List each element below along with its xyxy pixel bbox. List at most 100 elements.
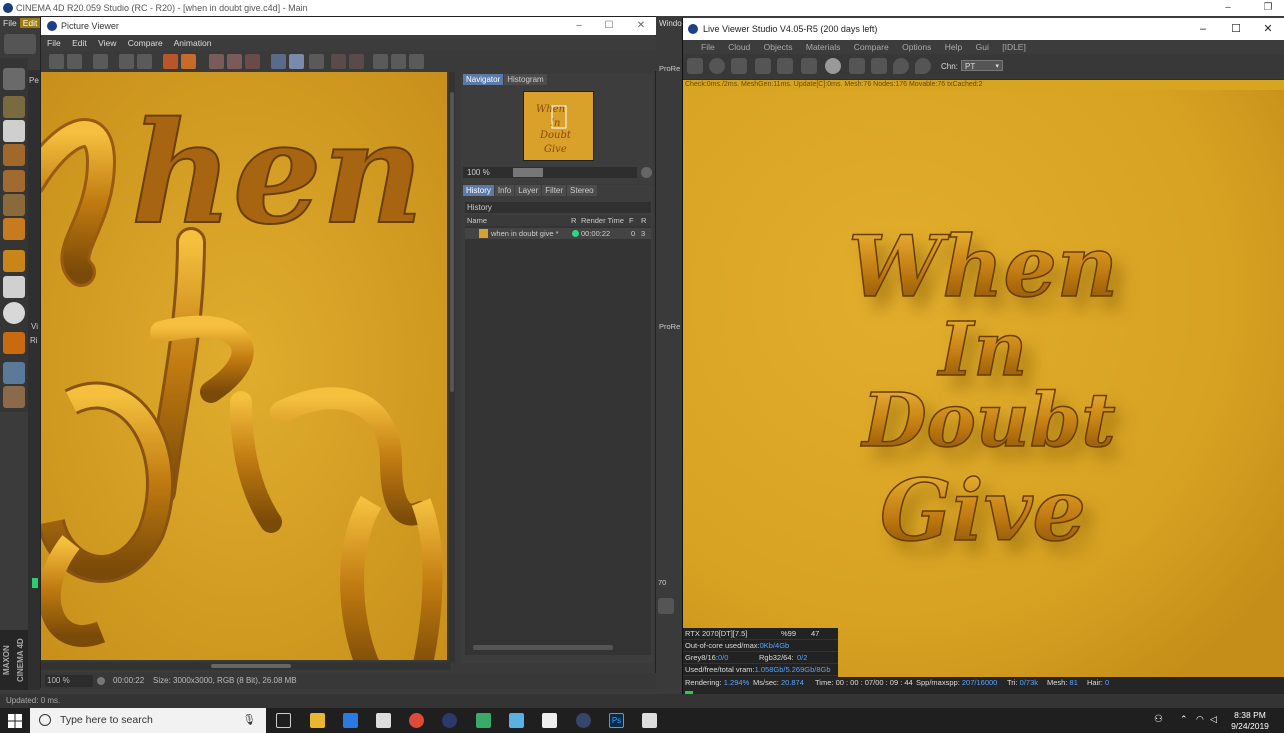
view-b-icon[interactable] — [289, 54, 304, 69]
swap-icon[interactable] — [373, 54, 388, 69]
pv-menu-file[interactable]: File — [47, 38, 61, 48]
channel-select[interactable]: PT ▾ — [961, 60, 1003, 71]
window-menu-label[interactable]: Windo — [659, 19, 682, 28]
model-mode-icon[interactable] — [3, 68, 25, 90]
tweak-icon[interactable] — [3, 276, 25, 298]
history-scrollbar[interactable] — [473, 645, 613, 650]
live-viewer-render[interactable]: When In Doubt Give — [683, 90, 1284, 680]
set-a-icon[interactable] — [331, 54, 346, 69]
table-row[interactable]: when in doubt give * 00:00:22 0 3 — [465, 228, 651, 239]
channels-icon[interactable] — [245, 54, 260, 69]
zoom-slider[interactable]: 100 % — [463, 167, 637, 178]
play-icon[interactable] — [97, 677, 105, 685]
lv-menu-file[interactable]: File — [701, 42, 715, 52]
taskbar-clock[interactable]: 8:38 PM 9/24/2019 — [1225, 710, 1275, 732]
mail-icon[interactable] — [376, 713, 391, 728]
zoom-slider-handle[interactable] — [513, 168, 543, 177]
gear-icon[interactable] — [777, 58, 793, 74]
file-explorer-icon[interactable] — [310, 713, 325, 728]
close-icon[interactable]: ✕ — [1253, 18, 1283, 40]
magnet-icon[interactable] — [3, 332, 25, 354]
render-horizontal-scrollbar[interactable] — [41, 662, 451, 670]
refresh-icon[interactable] — [658, 598, 674, 614]
volume-icon[interactable]: ◁ — [1210, 714, 1217, 725]
close-icon[interactable]: ✕ — [631, 17, 651, 35]
frame-b-icon[interactable] — [871, 58, 887, 74]
tab-stereo[interactable]: Stereo — [567, 185, 597, 196]
pick-focus-icon[interactable] — [893, 58, 909, 74]
cinema4d-taskbar-icon[interactable] — [442, 713, 457, 728]
chevron-up-icon[interactable]: ⌃ — [1180, 714, 1188, 725]
minimize-icon[interactable]: – — [1188, 18, 1218, 40]
lv-menu-cloud[interactable]: Cloud — [728, 42, 750, 52]
c4d-secondary-icon[interactable] — [576, 713, 591, 728]
tab-navigator[interactable]: Navigator — [463, 74, 504, 85]
navigator-thumbnail[interactable]: When In Doubt Give — [523, 91, 594, 161]
frame-a-icon[interactable] — [849, 58, 865, 74]
microphone-icon[interactable]: 🎙 — [243, 708, 256, 733]
render-vertical-scrollbar[interactable] — [449, 72, 455, 662]
minimize-icon[interactable]: – — [569, 17, 589, 35]
task-view-icon[interactable] — [276, 713, 291, 728]
ab-compare-icon[interactable] — [209, 54, 224, 69]
pause-icon[interactable] — [731, 58, 747, 74]
stop-icon[interactable] — [163, 54, 178, 69]
restart-icon[interactable] — [709, 58, 725, 74]
restore-icon[interactable]: ❐ — [1258, 0, 1278, 16]
pick-material-icon[interactable] — [915, 58, 931, 74]
col-f[interactable]: F — [629, 215, 634, 226]
tab-filter[interactable]: Filter — [542, 185, 567, 196]
pv-menu-compare[interactable]: Compare — [128, 38, 163, 48]
tab-history[interactable]: History — [463, 185, 494, 196]
view-a-icon[interactable] — [271, 54, 286, 69]
tab-info[interactable]: Info — [494, 185, 515, 196]
region-icon[interactable] — [119, 54, 134, 69]
save-icon[interactable] — [67, 54, 82, 69]
taskbar-search-box[interactable]: Type here to search 🎙 — [30, 708, 266, 733]
c4d-menu-edit[interactable]: Edit — [19, 18, 41, 28]
grid-icon[interactable] — [309, 54, 324, 69]
points-icon[interactable] — [3, 170, 25, 192]
maximize-icon[interactable]: ☐ — [1221, 18, 1251, 40]
app-icon[interactable] — [476, 713, 491, 728]
workplane-icon[interactable] — [3, 362, 25, 384]
undo-button[interactable] — [4, 34, 36, 54]
set-b-icon[interactable] — [349, 54, 364, 69]
folder-icon[interactable] — [509, 713, 524, 728]
open-icon[interactable] — [49, 54, 64, 69]
scroll-thumb[interactable] — [211, 664, 291, 668]
diff-icon[interactable] — [391, 54, 406, 69]
bottom-zoom[interactable]: 100 % — [45, 675, 93, 687]
zoom-play-icon[interactable] — [641, 167, 652, 178]
cube-icon[interactable] — [3, 96, 25, 118]
polygons-icon[interactable] — [3, 218, 25, 240]
lock-icon[interactable] — [801, 58, 817, 74]
wifi-icon[interactable]: ◠ — [1196, 714, 1204, 725]
col-r2[interactable]: R — [641, 215, 646, 226]
people-icon[interactable]: ⚇ — [1154, 714, 1163, 725]
windows-start-icon[interactable] — [8, 714, 22, 728]
scroll-thumb[interactable] — [450, 92, 454, 392]
lv-menu-objects[interactable]: Objects — [764, 42, 793, 52]
lock-icon[interactable] — [3, 386, 25, 408]
lv-menu-gui[interactable]: Gui — [976, 42, 989, 52]
region-r-icon[interactable] — [755, 58, 771, 74]
picture-viewer-render[interactable]: hen In — [41, 72, 447, 660]
material-sphere-icon[interactable] — [825, 58, 841, 74]
maximize-icon[interactable]: ☐ — [599, 17, 619, 35]
pv-menu-animation[interactable]: Animation — [174, 38, 212, 48]
col-r[interactable]: R — [571, 215, 576, 226]
render-icon[interactable] — [137, 54, 152, 69]
photos-icon[interactable] — [642, 713, 657, 728]
split-icon[interactable] — [227, 54, 242, 69]
lv-menu-compare[interactable]: Compare — [854, 42, 889, 52]
settings-gear-icon[interactable] — [687, 58, 703, 74]
edges-icon[interactable] — [3, 194, 25, 216]
photoshop-icon[interactable]: Ps — [609, 713, 624, 728]
c4d-menu-file[interactable]: File — [0, 18, 20, 28]
tab-histogram[interactable]: Histogram — [504, 74, 547, 85]
video-editor-icon[interactable] — [542, 713, 557, 728]
pv-menu-edit[interactable]: Edit — [72, 38, 87, 48]
pv-menu-view[interactable]: View — [98, 38, 116, 48]
store-icon[interactable] — [343, 713, 358, 728]
